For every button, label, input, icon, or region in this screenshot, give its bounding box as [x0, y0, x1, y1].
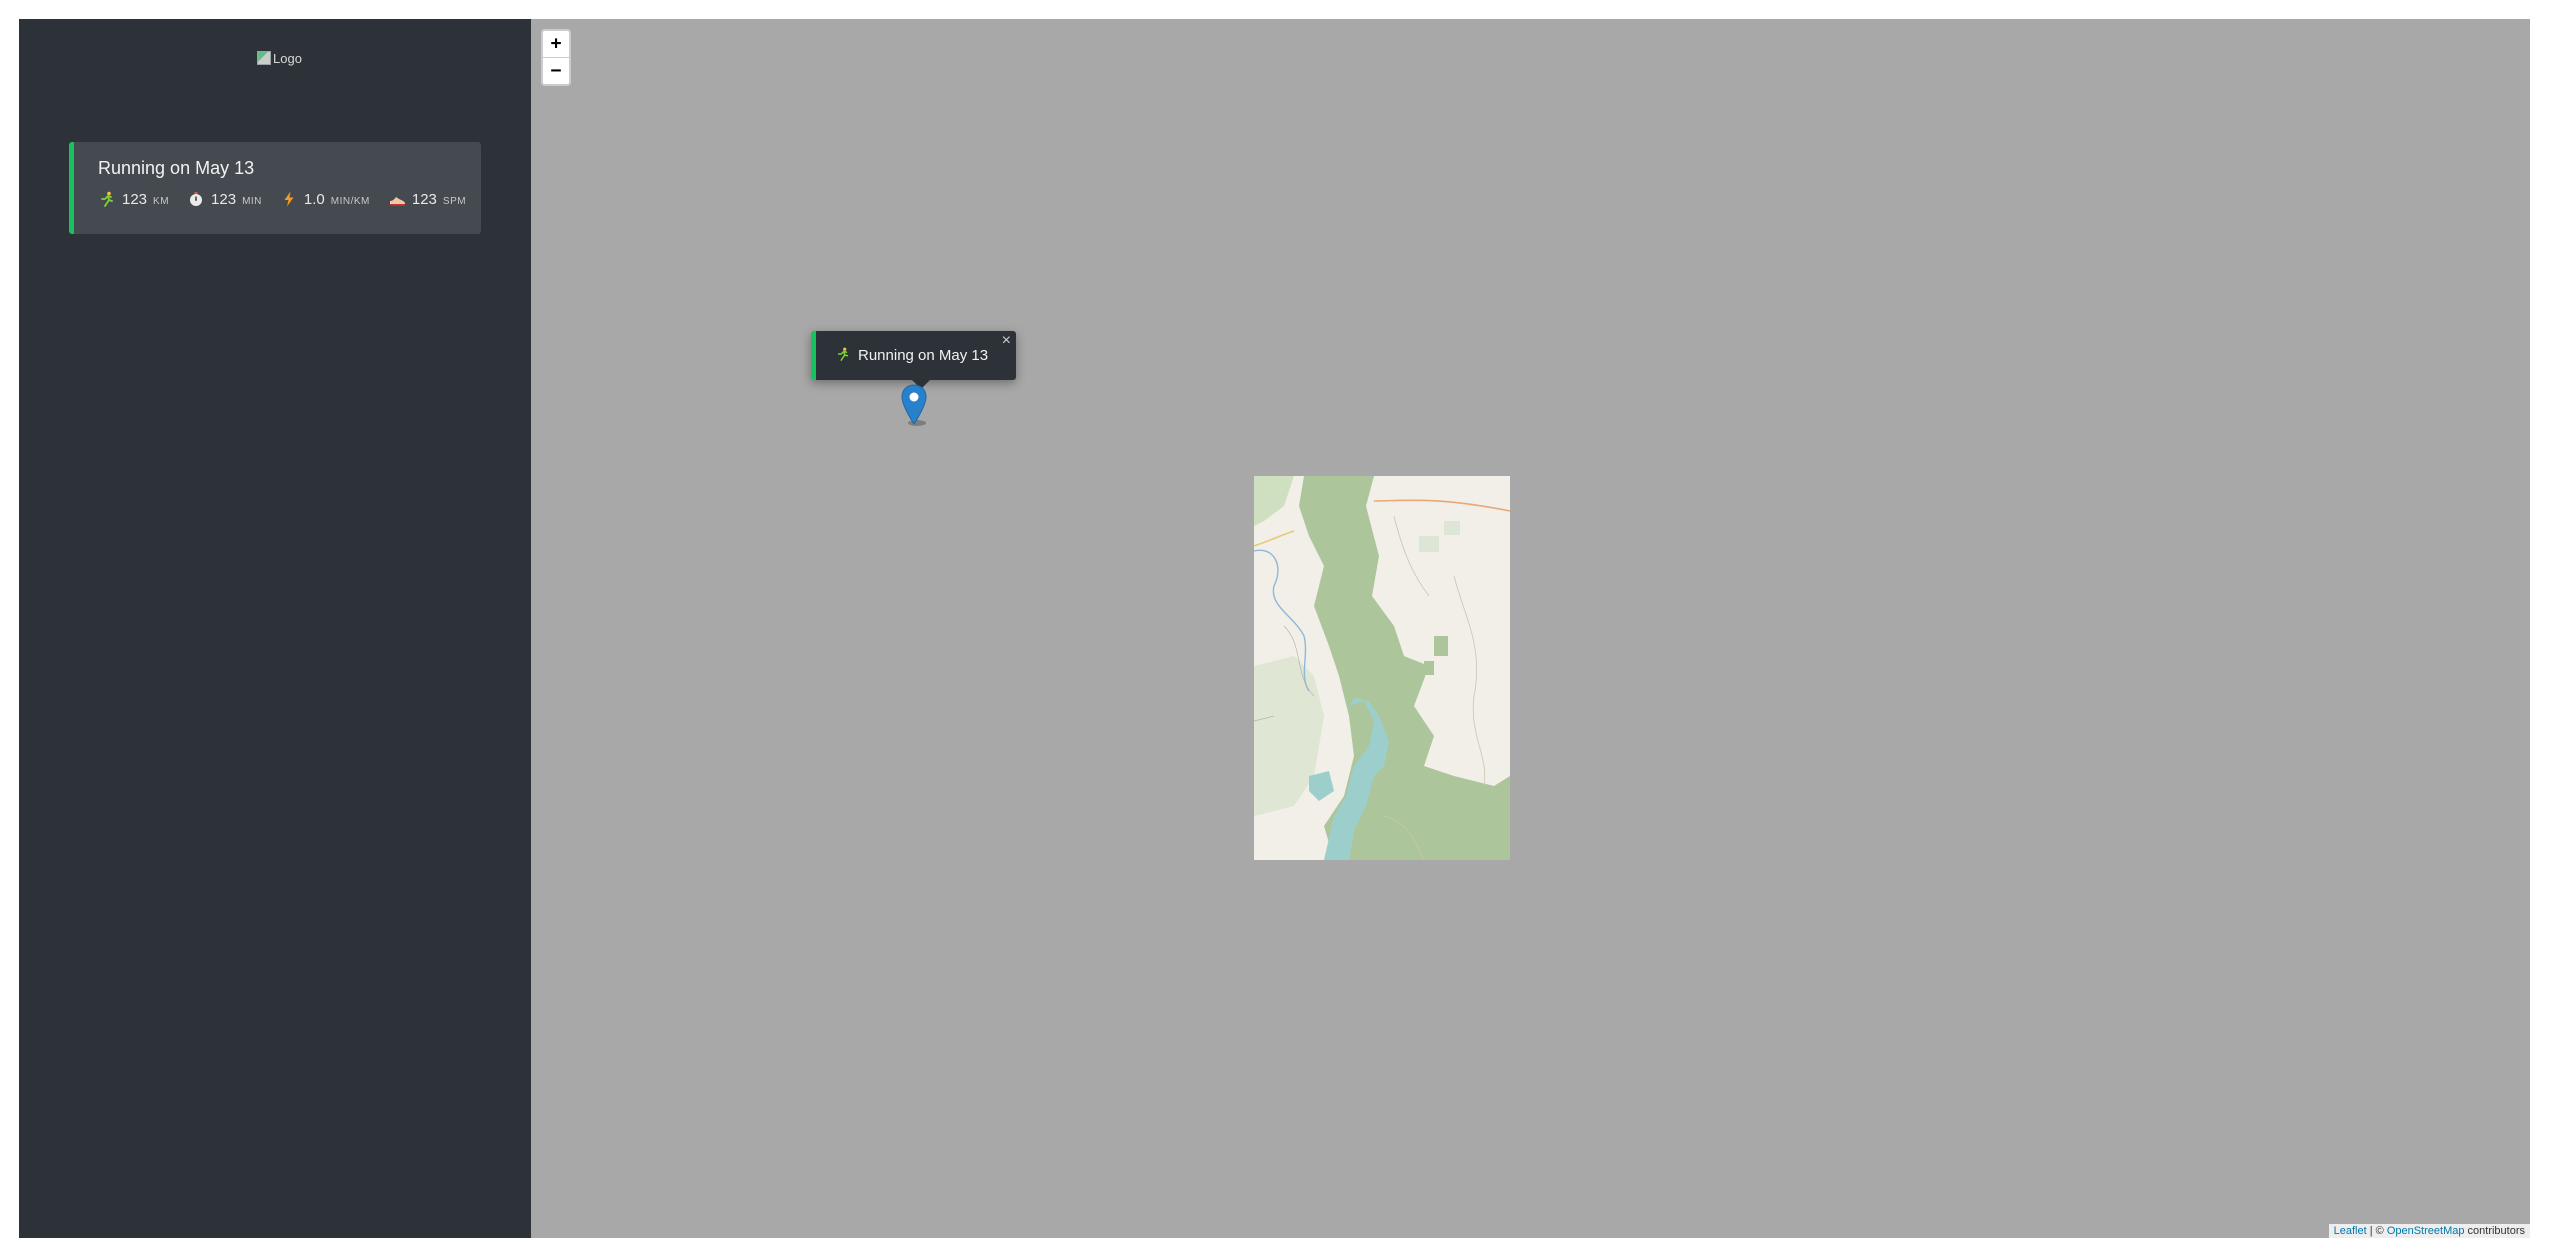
logo-alt-text: Logo: [273, 50, 302, 66]
attribution-separator: | ©: [2366, 1225, 2387, 1237]
stat-cadence: 123 SPM: [388, 191, 466, 209]
broken-image-icon: [257, 51, 271, 65]
stat-duration-unit: MIN: [242, 196, 262, 207]
stat-distance-value: 123: [122, 191, 148, 208]
stat-distance-unit: KM: [153, 196, 170, 207]
stat-pace: 1.0 MIN/KM: [280, 191, 370, 209]
stat-duration: 123 MIN: [187, 191, 262, 209]
workout-card[interactable]: Running on May 13 123 KM 123 MIN 1.0 MIN…: [69, 142, 481, 234]
shoe-icon: [388, 191, 406, 209]
leaflet-link[interactable]: Leaflet: [2334, 1225, 2367, 1237]
popup-text: Running on May 13: [858, 347, 989, 364]
attribution-suffix: contributors: [2464, 1225, 2525, 1237]
running-icon: [98, 191, 116, 209]
stat-pace-value: 1.0: [303, 191, 325, 208]
map-tile: [1254, 476, 1510, 860]
zoom-control: + −: [541, 29, 571, 86]
running-icon: [836, 347, 850, 365]
app-root: Logo Running on May 13 123 KM 123 MIN 1.…: [19, 19, 2530, 1238]
zoom-out-button[interactable]: −: [543, 57, 569, 84]
stat-pace-unit: MIN/KM: [330, 196, 370, 207]
logo: Logo: [257, 49, 302, 67]
popup-close-button[interactable]: ×: [1002, 333, 1011, 349]
map-container[interactable]: + − Running on May 13 × Leaflet | © Open…: [531, 19, 2530, 1238]
stat-cadence-unit: SPM: [442, 196, 467, 207]
zoom-in-button[interactable]: +: [543, 31, 569, 57]
map-marker-icon[interactable]: [901, 384, 927, 426]
marker-popup: Running on May 13 ×: [811, 331, 1016, 389]
map-attribution: Leaflet | © OpenStreetMap contributors: [2328, 1224, 2530, 1238]
workout-title: Running on May 13: [98, 158, 255, 178]
stat-distance: 123 KM: [98, 191, 169, 209]
stopwatch-icon: [187, 191, 205, 209]
lightning-icon: [280, 191, 298, 209]
sidebar: Logo Running on May 13 123 KM 123 MIN 1.…: [19, 19, 531, 1238]
osm-link[interactable]: OpenStreetMap: [2387, 1225, 2465, 1237]
workout-stats: 123 KM 123 MIN 1.0 MIN/KM 123 SPM: [98, 191, 481, 209]
stat-cadence-value: 123: [411, 191, 437, 208]
stat-duration-value: 123: [211, 191, 237, 208]
